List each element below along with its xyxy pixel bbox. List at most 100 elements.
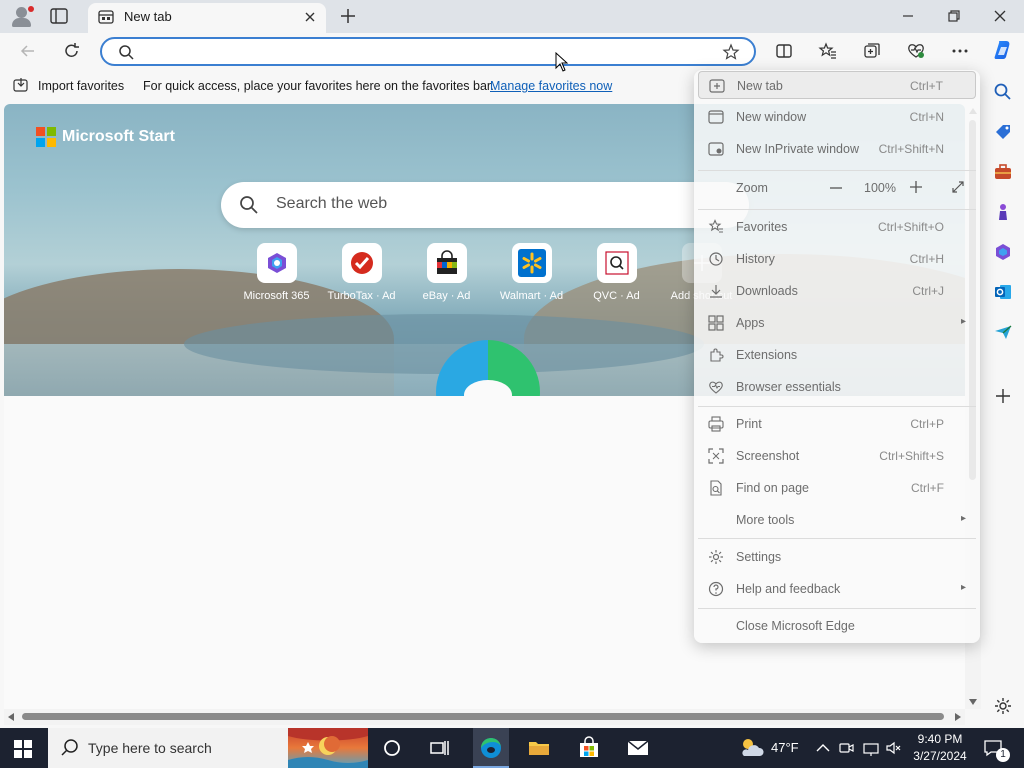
quick-link-turbotax[interactable]: TurboTax · Ad — [319, 243, 404, 302]
scroll-left-icon[interactable] — [8, 713, 14, 721]
new-tab-button[interactable] — [338, 6, 358, 26]
scroll-down-icon[interactable] — [969, 699, 977, 705]
shopping-tag-icon[interactable] — [993, 122, 1013, 142]
tab-title: New tab — [124, 9, 172, 24]
menu-item-downloads[interactable]: Downloads Ctrl+J — [698, 277, 976, 305]
zoom-out-icon[interactable] — [828, 181, 844, 195]
menu-item-label: Help and feedback — [736, 582, 841, 596]
taskbar-search-box[interactable]: Type here to search — [48, 728, 288, 768]
quick-link-walmart[interactable]: Walmart · Ad — [489, 243, 574, 302]
menu-item-new-window[interactable]: New window Ctrl+N — [698, 103, 976, 131]
tab-actions-icon[interactable] — [50, 8, 68, 24]
microsoft-365-icon[interactable] — [993, 242, 1013, 262]
games-chess-icon[interactable] — [993, 202, 1013, 222]
menu-separator — [698, 170, 976, 171]
address-input[interactable] — [142, 42, 702, 62]
quick-link-microsoft-365[interactable]: Microsoft 365 — [234, 243, 319, 302]
menu-item-extensions[interactable]: Extensions — [698, 341, 976, 369]
horizontal-scrollbar[interactable] — [4, 709, 965, 725]
new-tab-page-icon — [98, 10, 114, 24]
quick-link-qvc[interactable]: QVC · Ad — [574, 243, 659, 302]
menu-separator — [698, 538, 976, 539]
menu-item-label: More tools — [736, 513, 795, 527]
help-icon — [708, 581, 724, 597]
menu-item-new-inprivate-window[interactable]: New InPrivate window Ctrl+Shift+N — [698, 135, 976, 163]
restore-button[interactable] — [944, 6, 964, 26]
quick-link-ebay[interactable]: eBay · Ad — [404, 243, 489, 302]
menu-item-label: Downloads — [736, 284, 798, 298]
full-screen-icon[interactable] — [950, 179, 966, 195]
drop-send-icon[interactable] — [993, 322, 1013, 342]
menu-item-apps[interactable]: Apps ▸ — [698, 309, 976, 337]
tools-briefcase-icon[interactable] — [993, 162, 1013, 182]
meet-now-icon[interactable] — [838, 736, 854, 760]
moon-stars-icon — [288, 728, 368, 768]
minimize-button[interactable] — [898, 6, 918, 26]
profile-icon[interactable] — [8, 5, 36, 29]
file-explorer-icon[interactable] — [527, 736, 551, 760]
menu-item-more-tools[interactable]: More tools ▸ — [698, 506, 976, 534]
menu-item-help-and-feedback[interactable]: Help and feedback ▸ — [698, 575, 976, 603]
menu-item-favorites[interactable]: Favorites Ctrl+Shift+O — [698, 213, 976, 241]
web-search-box[interactable]: Search the web — [221, 182, 749, 228]
manage-favorites-link[interactable]: Manage favorites now — [490, 79, 612, 93]
cortana-icon[interactable] — [380, 736, 404, 760]
zoom-in-icon[interactable] — [908, 179, 924, 195]
mail-icon[interactable] — [626, 736, 650, 760]
settings-gear-icon — [709, 550, 723, 564]
menu-item-new-tab[interactable]: New tab Ctrl+T — [698, 71, 976, 99]
menu-item-find-on-page[interactable]: Find on page Ctrl+F — [698, 474, 976, 502]
system-clock[interactable]: 9:40 PM 3/27/2024 — [908, 731, 972, 765]
sidebar-settings-gear-icon[interactable] — [993, 696, 1013, 716]
task-view-icon[interactable] — [428, 736, 452, 760]
edge-taskbar-icon[interactable] — [479, 736, 503, 760]
import-icon — [13, 78, 28, 92]
tab-new-tab[interactable]: New tab — [88, 3, 326, 33]
close-window-button[interactable] — [990, 6, 1010, 26]
settings-and-more-icon[interactable] — [950, 41, 970, 61]
weather-cloudy-icon[interactable] — [738, 736, 766, 760]
menu-item-history[interactable]: History Ctrl+H — [698, 245, 976, 273]
menu-item-screenshot[interactable]: Screenshot Ctrl+Shift+S — [698, 442, 976, 470]
menu-item-close-microsoft-edge[interactable]: Close Microsoft Edge — [698, 612, 976, 640]
menu-item-print[interactable]: Print Ctrl+P — [698, 410, 976, 438]
import-favorites-button[interactable]: Import favorites — [13, 78, 124, 93]
mouse-cursor-icon — [555, 52, 569, 72]
menu-item-label: Screenshot — [736, 449, 800, 463]
back-icon[interactable] — [18, 41, 38, 61]
menu-item-zoom: Zoom 100% — [698, 174, 976, 202]
favorites-icon[interactable] — [818, 41, 838, 61]
microsoft-start-logo[interactable]: Microsoft Start — [36, 127, 175, 147]
quick-link-name: Microsoft 365 — [243, 290, 310, 302]
quick-link-name: Walmart — [499, 290, 541, 302]
microsoft-365-icon — [267, 253, 286, 273]
menu-item-settings[interactable]: Settings — [698, 543, 976, 571]
collections-icon[interactable] — [862, 41, 882, 61]
browser-essentials-icon[interactable] — [906, 41, 926, 61]
weather-temperature[interactable]: 47°F — [771, 740, 799, 755]
address-bar[interactable] — [100, 37, 756, 66]
network-icon[interactable] — [862, 736, 880, 760]
add-favorite-star-icon[interactable] — [722, 43, 740, 61]
search-icon[interactable] — [993, 82, 1013, 102]
toolbar — [0, 33, 1024, 70]
horizontal-scroll-thumb[interactable] — [22, 713, 944, 720]
add-sidebar-app-icon[interactable] — [993, 386, 1013, 406]
microsoft-logo-icon — [36, 127, 56, 147]
menu-item-label: New InPrivate window — [736, 142, 859, 156]
outlook-icon[interactable] — [993, 282, 1013, 302]
ad-label: Ad — [456, 290, 471, 302]
search-highlight-image[interactable] — [288, 728, 368, 768]
split-screen-icon[interactable] — [774, 41, 794, 61]
copilot-icon[interactable] — [992, 39, 1014, 61]
scroll-right-icon[interactable] — [955, 713, 961, 721]
menu-item-label: Apps — [736, 316, 765, 330]
microsoft-store-icon[interactable] — [577, 736, 601, 760]
close-tab-icon[interactable] — [302, 9, 318, 25]
refresh-icon[interactable] — [62, 41, 82, 61]
menu-separator — [698, 209, 976, 210]
show-hidden-icons-chevron-icon[interactable] — [815, 736, 831, 760]
menu-item-browser-essentials[interactable]: Browser essentials — [698, 373, 976, 401]
windows-start-icon[interactable] — [14, 740, 32, 758]
volume-muted-icon[interactable] — [885, 736, 903, 760]
